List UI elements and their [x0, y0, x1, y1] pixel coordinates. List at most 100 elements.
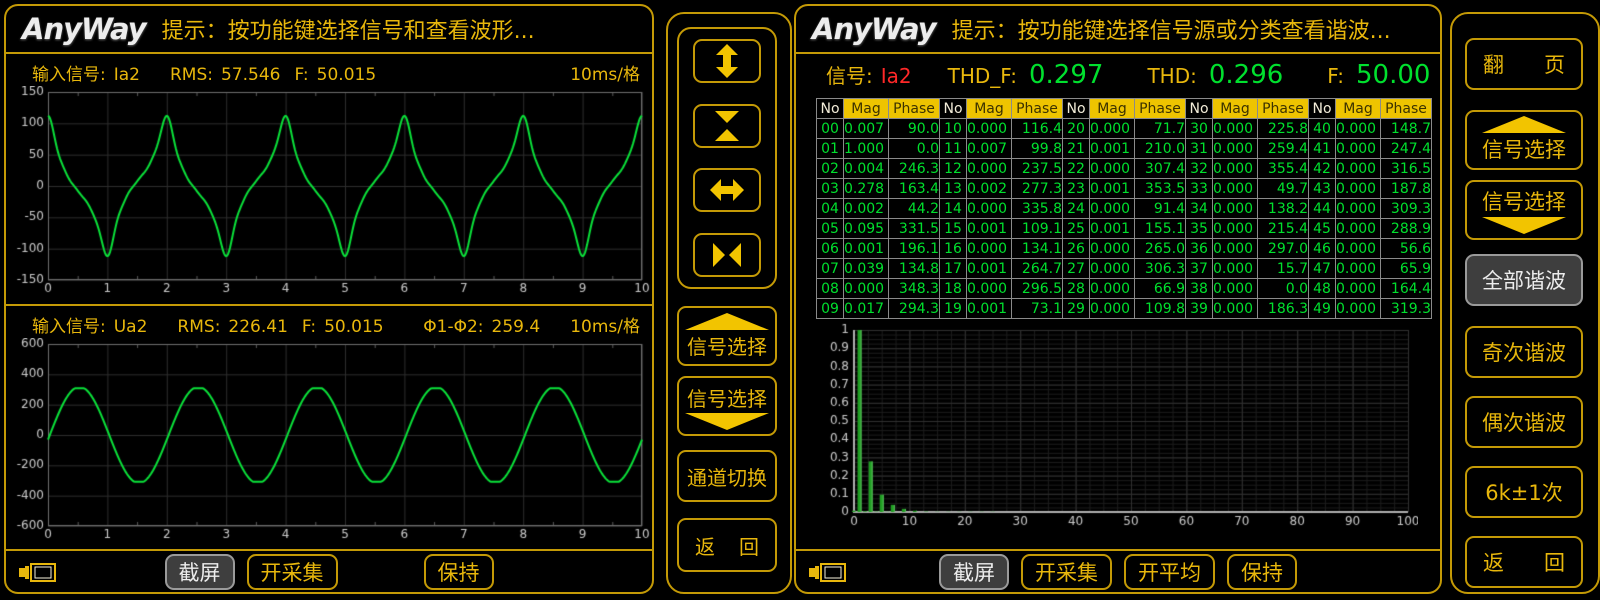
harmonic-phase-cell: 71.7 — [1135, 119, 1186, 139]
harmonic-mag-cell: 0.004 — [844, 159, 889, 179]
harmonic-no-cell: 22 — [1063, 159, 1090, 179]
harmonic-phase-cell: 148.7 — [1381, 119, 1432, 139]
current-waveform-canvas — [12, 86, 650, 298]
right-bottom-buttons: 截屏开采集开平均保持 — [939, 554, 1297, 590]
button-截屏[interactable]: 截屏 — [165, 554, 235, 590]
button-开采集[interactable]: 开采集 — [247, 554, 338, 590]
table-header-cell: Phase — [1012, 99, 1063, 119]
input-signal-value: Ia2 — [114, 65, 140, 85]
selected-button-全部谐波[interactable]: 全部谐波 — [1465, 254, 1583, 306]
table-header-cell: No — [940, 99, 967, 119]
harmonic-mag-cell: 0.000 — [1336, 199, 1381, 219]
harmonic-phase-cell: 294.3 — [889, 299, 940, 319]
harmonic-no-cell: 21 — [1063, 139, 1090, 159]
button-保持[interactable]: 保持 — [1227, 554, 1297, 590]
freq-value: 50.00 — [1356, 60, 1430, 90]
button-开平均[interactable]: 开平均 — [1124, 554, 1215, 590]
harmonic-mag-cell: 0.007 — [967, 139, 1012, 159]
harmonic-phase-cell: 259.4 — [1258, 139, 1309, 159]
harmonic-mag-cell: 0.001 — [1090, 219, 1135, 239]
rms-value: 226.41 — [228, 317, 287, 337]
harmonic-no-cell: 32 — [1186, 159, 1213, 179]
harmonic-no-cell: 14 — [940, 199, 967, 219]
harmonic-phase-cell: 277.3 — [1012, 179, 1063, 199]
harmonic-phase-cell: 196.1 — [889, 239, 940, 259]
button-返回[interactable]: 返回 — [1465, 536, 1583, 588]
button-偶次谐波[interactable]: 偶次谐波 — [1465, 396, 1583, 448]
button-通道切换[interactable]: 通道切换 — [677, 450, 777, 502]
harmonic-mag-cell: 0.000 — [1090, 279, 1135, 299]
button-开采集[interactable]: 开采集 — [1021, 554, 1112, 590]
harmonic-phase-cell: 296.5 — [1012, 279, 1063, 299]
table-header-cell: Mag — [967, 99, 1012, 119]
harmonic-no-cell: 09 — [817, 299, 844, 319]
button-截屏[interactable]: 截屏 — [939, 554, 1009, 590]
expand-vertical-button[interactable] — [693, 39, 761, 83]
harmonic-phase-cell: 348.3 — [889, 279, 940, 299]
button-信号选择[interactable]: 信号选择 — [1465, 110, 1583, 170]
button-信号选择[interactable]: 信号选择 — [1465, 180, 1583, 240]
harmonic-phase-cell: 164.4 — [1381, 279, 1432, 299]
harmonic-mag-cell: 0.000 — [1213, 199, 1258, 219]
harmonic-phase-cell: 307.4 — [1135, 159, 1186, 179]
harmonic-phase-cell: 134.1 — [1012, 239, 1063, 259]
button-6k±1次[interactable]: 6k±1次 — [1465, 466, 1583, 518]
button-信号选择[interactable]: 信号选择 — [677, 376, 777, 436]
table-row: 070.039134.8170.001264.7270.000306.3370.… — [817, 259, 1432, 279]
button-奇次谐波[interactable]: 奇次谐波 — [1465, 326, 1583, 378]
table-row: 040.00244.2140.000335.8240.00091.4340.00… — [817, 199, 1432, 219]
button-label: 全部谐波 — [1482, 265, 1566, 295]
thdf-value: 0.297 — [1029, 60, 1103, 90]
harmonic-no-cell: 47 — [1309, 259, 1336, 279]
harmonic-no-cell: 41 — [1309, 139, 1336, 159]
harmonic-table: NoMagPhaseNoMagPhaseNoMagPhaseNoMagPhase… — [816, 98, 1432, 319]
anyway-logo: AnyWay — [22, 12, 146, 46]
button-信号选择[interactable]: 信号选择 — [677, 306, 777, 366]
harmonic-no-cell: 42 — [1309, 159, 1336, 179]
harmonic-no-cell: 36 — [1186, 239, 1213, 259]
harmonic-mag-cell: 0.000 — [1336, 119, 1381, 139]
harmonic-no-cell: 05 — [817, 219, 844, 239]
table-row: 080.000348.3180.000296.5280.00066.9380.0… — [817, 279, 1432, 299]
harmonic-no-cell: 26 — [1063, 239, 1090, 259]
button-label: 返回 — [1471, 547, 1577, 577]
harmonic-no-cell: 03 — [817, 179, 844, 199]
harmonic-no-cell: 15 — [940, 219, 967, 239]
harmonic-mag-cell: 0.000 — [1336, 259, 1381, 279]
phase-diff-value: 259.4 — [492, 317, 541, 337]
triangle-up-icon — [685, 313, 769, 330]
harmonic-mag-cell: 0.000 — [1336, 179, 1381, 199]
harmonic-no-cell: 18 — [940, 279, 967, 299]
harmonic-no-cell: 17 — [940, 259, 967, 279]
harmonic-phase-cell: 331.5 — [889, 219, 940, 239]
right-function-strip: 翻页信号选择信号选择全部谐波奇次谐波偶次谐波6k±1次返回 — [1450, 12, 1600, 594]
harmonic-mag-cell: 0.001 — [1090, 139, 1135, 159]
table-row: 030.278163.4130.002277.3230.001353.5330.… — [817, 179, 1432, 199]
harmonic-mag-cell: 0.000 — [1090, 119, 1135, 139]
harmonic-no-cell: 48 — [1309, 279, 1336, 299]
harmonic-mag-cell: 0.000 — [1090, 239, 1135, 259]
harmonic-phase-cell: 44.2 — [889, 199, 940, 219]
button-返回[interactable]: 返回 — [677, 518, 777, 572]
button-翻页[interactable]: 翻页 — [1465, 38, 1583, 90]
harmonic-phase-cell: 134.8 — [889, 259, 940, 279]
harmonic-no-cell: 31 — [1186, 139, 1213, 159]
harmonic-phase-cell: 355.4 — [1258, 159, 1309, 179]
compress-horizontal-button[interactable] — [693, 233, 761, 277]
harmonic-no-cell: 38 — [1186, 279, 1213, 299]
left-panel-header: AnyWay 提示：按功能键选择信号和查看波形... — [6, 6, 652, 54]
button-保持[interactable]: 保持 — [424, 554, 494, 590]
table-row: 011.0000.0110.00799.8210.001210.0310.000… — [817, 139, 1432, 159]
thdf-label: THD_F: — [948, 64, 1017, 88]
harmonic-no-cell: 06 — [817, 239, 844, 259]
expand-horizontal-button[interactable] — [693, 168, 761, 212]
harmonic-phase-cell: 66.9 — [1135, 279, 1186, 299]
harmonic-no-cell: 49 — [1309, 299, 1336, 319]
table-row: 090.017294.3190.00173.1290.000109.8390.0… — [817, 299, 1432, 319]
compress-vertical-button[interactable] — [693, 104, 761, 148]
button-label: 信号选择 — [1482, 134, 1566, 164]
harmonic-mag-cell: 0.002 — [844, 199, 889, 219]
harmonic-mag-cell: 0.000 — [844, 279, 889, 299]
compress-horizontal-icon — [709, 237, 745, 273]
harmonic-mag-cell: 0.001 — [967, 219, 1012, 239]
